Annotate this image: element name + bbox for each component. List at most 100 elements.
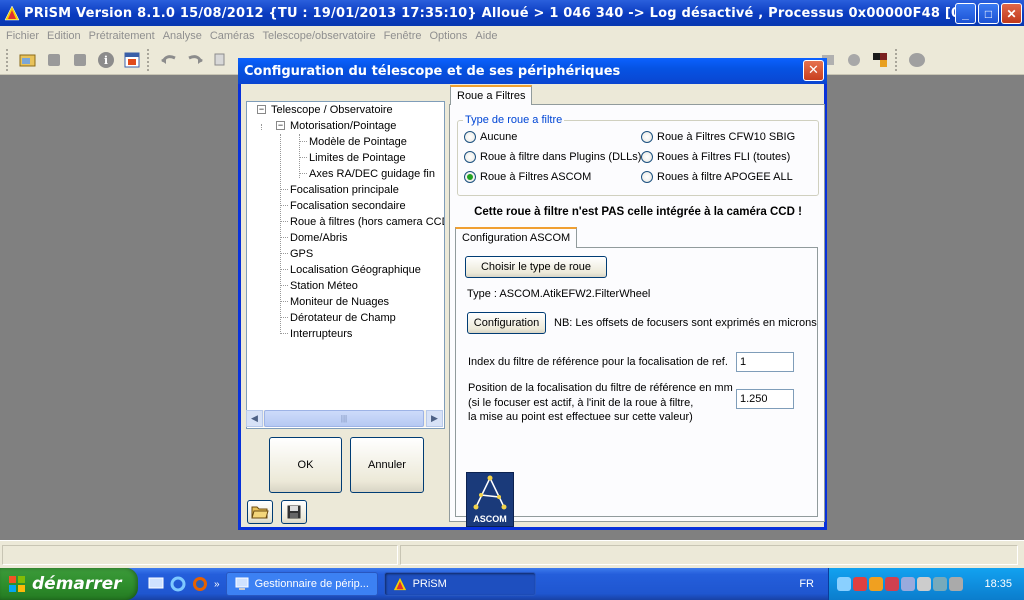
tree-item-derotateur[interactable]: Dérotateur de Champ [290,312,396,324]
tree-line [280,221,288,222]
scroll-thumb[interactable]: ||| [264,410,424,427]
tab-roue-filtres[interactable]: Roue a Filtres [450,85,533,105]
ascom-configuration-button[interactable]: Configuration [467,312,546,334]
maximize-button[interactable]: □ [978,3,999,24]
tree-item-interrupteurs[interactable]: Interrupteurs [290,328,352,340]
radio-fli[interactable]: Roues à Filtres FLI (toutes) [641,151,790,163]
language-indicator[interactable]: FR [799,578,814,590]
reference-filter-index-input[interactable] [736,352,794,372]
tree-item-focalisation-secondaire[interactable]: Focalisation secondaire [290,200,406,212]
dialog-close-button[interactable]: ✕ [803,60,824,81]
menu-telescope[interactable]: Telescope/observatoire [258,30,379,42]
update-icon[interactable] [869,577,883,591]
tree-item-dome[interactable]: Dome/Abris [290,232,347,244]
radio-indicator-selected [464,171,476,183]
tree-item-axes-radec[interactable]: Axes RA/DEC guidage fin [309,168,435,180]
tree-item-motorisation[interactable]: Motorisation/Pointage [290,120,396,132]
radio-indicator [464,131,476,143]
tree-item-station-meteo[interactable]: Station Méteo [290,280,358,292]
menu-fichier[interactable]: Fichier [2,30,43,42]
tree-expander-telescope[interactable]: − [257,105,266,114]
tree-item-modele-pointage[interactable]: Modèle de Pointage [309,136,407,148]
stop-icon-2[interactable] [69,49,91,71]
toolbar-grip-3[interactable] [895,48,898,71]
toolbar-grip-2[interactable] [147,48,150,71]
tree-line [280,189,288,190]
minimize-button[interactable]: _ [955,3,976,24]
stop-icon[interactable] [43,49,65,71]
choose-wheel-type-button[interactable]: Choisir le type de roue [465,256,607,278]
task-device-manager[interactable]: Gestionnaire de périp... [225,572,378,596]
menu-pretraitement[interactable]: Prétraitement [85,30,159,42]
device-icon[interactable] [901,577,915,591]
tree-horizontal-scrollbar[interactable]: ◀ ||| ▶ [246,410,443,427]
radio-ascom[interactable]: Roue à Filtres ASCOM [464,171,591,183]
antivirus-icon[interactable] [885,577,899,591]
maximize-icon: □ [984,6,993,21]
start-button[interactable]: démarrer [0,568,138,600]
undo-icon[interactable] [158,49,180,71]
firefox-icon[interactable] [192,576,208,592]
tree-line [280,205,288,206]
close-icon: ✕ [808,63,819,78]
focuser-offsets-note: NB: Les offsets de focusers sont exprimé… [554,317,817,329]
tray-misc-icon[interactable] [949,577,963,591]
open-folder-icon[interactable] [17,49,39,71]
task-prism[interactable]: PRiSM [383,572,536,596]
menu-fenetre[interactable]: Fenêtre [380,30,426,42]
clock[interactable]: 18:35 [984,578,1012,590]
radio-aucune[interactable]: Aucune [464,131,517,143]
usb-icon[interactable] [933,577,947,591]
radio-label: Roues à filtre APOGEE ALL [657,171,793,183]
menu-aide[interactable]: Aide [471,30,501,42]
radio-plugins-dll[interactable]: Roue à filtre dans Plugins (DLLs) [464,151,641,163]
head-icon[interactable] [906,49,928,71]
open-file-button[interactable] [247,500,273,524]
tree-item-gps[interactable]: GPS [290,248,313,260]
reference-focus-position-input[interactable] [736,389,794,409]
menu-analyse[interactable]: Analyse [159,30,206,42]
status-cell-2 [400,545,1018,565]
desktop-icon[interactable] [148,576,164,592]
ok-button[interactable]: OK [269,437,342,493]
network-icon[interactable] [837,577,851,591]
tree-item-roue-filtres[interactable]: Roue à filtres (hors camera CCD) [290,216,444,228]
menu-edition[interactable]: Edition [43,30,85,42]
radio-apogee[interactable]: Roues à filtre APOGEE ALL [641,171,793,183]
tree-line [280,237,288,238]
info-icon[interactable]: i [95,49,117,71]
tree-item-telescope[interactable]: Telescope / Observatoire [271,104,393,116]
tree-item-limites-pointage[interactable]: Limites de Pointage [309,152,406,164]
tree-item-localisation[interactable]: Localisation Géographique [290,264,421,276]
wheel-icon[interactable] [843,49,865,71]
reference-focus-position-note-1: (si le focuser est actif, à l'init de la… [468,397,694,409]
tab-configuration-ascom[interactable]: Configuration ASCOM [455,227,578,248]
copy-icon[interactable] [210,49,232,71]
calendar-icon[interactable] [121,49,143,71]
system-tray: 18:35 [828,568,1024,600]
menu-cameras[interactable]: Caméras [206,30,259,42]
tree-line [299,157,307,158]
volume-icon[interactable] [917,577,931,591]
redo-icon[interactable] [184,49,206,71]
tree-item-focalisation-principale[interactable]: Focalisation principale [290,184,399,196]
tree-expander-motorisation[interactable]: − [276,121,285,130]
toolbar-grip[interactable] [6,48,9,71]
task-label: PRiSM [412,578,447,590]
quick-launch-more-icon[interactable]: » [214,579,220,590]
tree-line [280,134,281,334]
config-tree[interactable]: − Telescope / Observatoire − Motorisatio… [246,101,445,429]
save-file-button[interactable] [281,500,307,524]
tree-line [280,269,288,270]
close-button[interactable]: ✕ [1001,3,1022,24]
cancel-button[interactable]: Annuler [350,437,424,493]
security-icon[interactable] [853,577,867,591]
radio-cfw10-sbig[interactable]: Roue à Filtres CFW10 SBIG [641,131,795,143]
menu-options[interactable]: Options [426,30,472,42]
ie-icon[interactable] [170,576,186,592]
tree-item-moniteur-nuages[interactable]: Moniteur de Nuages [290,296,389,308]
filter-icon[interactable] [869,49,891,71]
radio-label: Roue à Filtres CFW10 SBIG [657,131,796,143]
scroll-left-button[interactable]: ◀ [246,410,263,427]
scroll-right-button[interactable]: ▶ [426,410,443,427]
